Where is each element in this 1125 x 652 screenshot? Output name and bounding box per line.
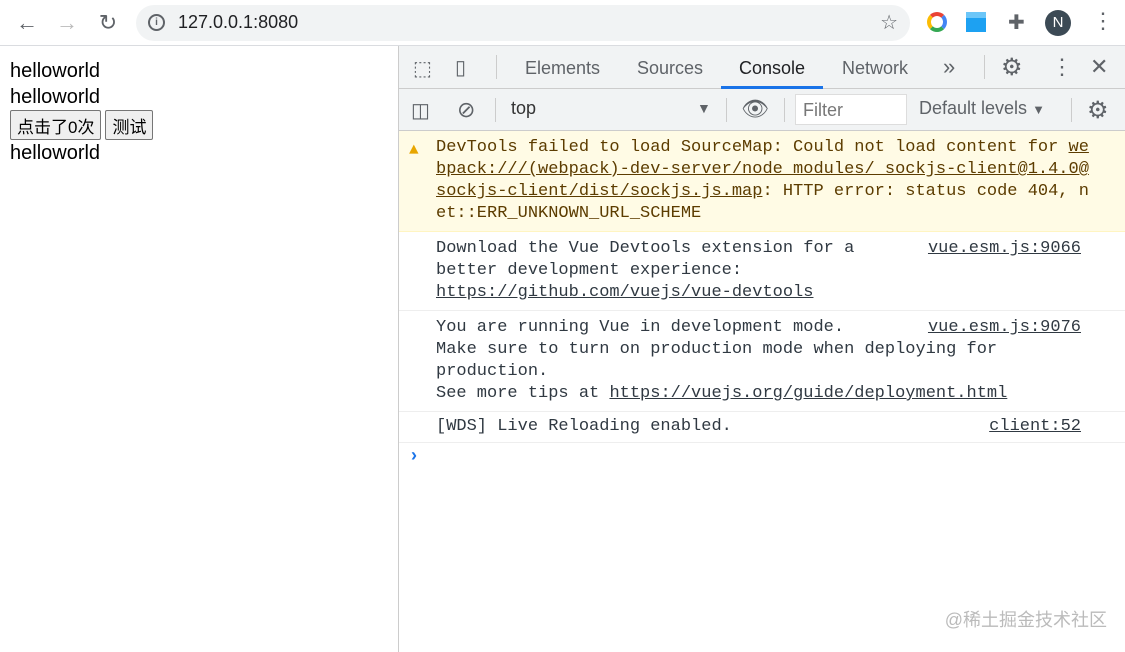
reload-icon[interactable]: ↻ (95, 10, 121, 36)
eye-icon[interactable]: 👁 (741, 96, 769, 122)
context-select[interactable]: top (511, 98, 536, 119)
message-text: Download the Vue Devtools extension for … (436, 239, 855, 280)
levels-dropdown[interactable]: Default levels ▼ (919, 98, 1045, 119)
close-icon[interactable]: ✕ (1090, 54, 1108, 80)
console-message: Download the Vue Devtools extension for … (399, 232, 1125, 311)
menu-kebab-icon[interactable]: ⋮ (1092, 8, 1114, 34)
extension-icon[interactable] (966, 12, 986, 32)
chevron-down-icon[interactable]: ▼ (697, 100, 711, 116)
back-icon[interactable]: ← (14, 10, 40, 36)
source-link[interactable]: vue.esm.js:9076 (928, 317, 1081, 339)
tab-elements[interactable]: Elements (525, 58, 600, 79)
address-bar[interactable]: i 127.0.0.1:8080 ☆ (136, 5, 910, 41)
color-extension-icon[interactable] (927, 12, 947, 32)
tab-network[interactable]: Network (842, 58, 908, 79)
customize-kebab-icon[interactable]: ⋮ (1051, 54, 1073, 80)
console-warning: ▲ DevTools failed to load SourceMap: Coul… (399, 131, 1125, 232)
console-settings-gear-icon[interactable]: ⚙ (1087, 96, 1109, 125)
console-message: [WDS] Live Reloading enabled. client:52 (399, 412, 1125, 443)
hello-text: helloworld (10, 60, 101, 82)
settings-gear-icon[interactable]: ⚙ (1001, 53, 1023, 82)
sidebar-toggle-icon[interactable]: ◫ (411, 98, 430, 123)
avatar[interactable]: N (1045, 10, 1071, 36)
browser-toolbar: ← → ↻ i 127.0.0.1:8080 ☆ ✚ N ⋮ (0, 0, 1125, 46)
chevron-down-icon: ▼ (1032, 102, 1045, 117)
vue-devtools-link[interactable]: https://github.com/vuejs/vue-devtools (436, 283, 813, 302)
levels-label: Default levels (919, 98, 1028, 118)
console-messages: ▲ DevTools failed to load SourceMap: Coul… (399, 131, 1125, 473)
console-prompt[interactable]: › (399, 443, 1125, 473)
prompt-chevron-icon: › (411, 445, 417, 465)
filter-input[interactable]: Filter (795, 94, 907, 125)
test-button[interactable]: 测试 (105, 110, 154, 140)
source-link[interactable]: client:52 (989, 416, 1081, 438)
console-toolbar: ◫ ⊘ top ▼ 👁 Filter Default levels ▼ ⚙ (399, 89, 1125, 131)
info-icon[interactable]: i (148, 14, 165, 31)
message-text: [WDS] Live Reloading enabled. (436, 417, 732, 436)
url-text[interactable]: 127.0.0.1:8080 (178, 12, 298, 33)
hello-text: helloworld (10, 142, 101, 164)
click-count-button[interactable]: 点击了0次 (10, 110, 102, 140)
inspect-element-icon[interactable]: ⬚ (413, 56, 432, 81)
source-link[interactable]: vue.esm.js:9066 (928, 238, 1081, 260)
warning-icon: ▲ (409, 141, 419, 159)
devtools-tabbar: ⬚ ▯ Elements Sources Console Network » ⚙… (399, 46, 1125, 89)
watermark: @稀土掘金技术社区 (944, 610, 1107, 630)
console-message: You are running Vue in development mode.… (399, 311, 1125, 412)
hello-text: helloworld (10, 86, 101, 108)
forward-icon[interactable]: → (54, 10, 80, 36)
bookmark-star-icon[interactable]: ☆ (880, 10, 898, 35)
vue-deployment-link[interactable]: https://vuejs.org/guide/deployment.html (609, 384, 1007, 403)
device-toolbar-icon[interactable]: ▯ (455, 55, 466, 80)
more-tabs-icon[interactable]: » (943, 54, 955, 80)
tab-console[interactable]: Console (739, 58, 805, 79)
puzzle-extensions-icon[interactable]: ✚ (1008, 10, 1025, 35)
devtools-panel: ⬚ ▯ Elements Sources Console Network » ⚙… (398, 46, 1125, 652)
message-text: DevTools failed to load SourceMap: Could… (436, 138, 1069, 157)
clear-console-icon[interactable]: ⊘ (457, 97, 475, 123)
page-content: helloworld helloworld 点击了0次 测试 helloworld (10, 58, 157, 166)
tab-sources[interactable]: Sources (637, 58, 703, 79)
